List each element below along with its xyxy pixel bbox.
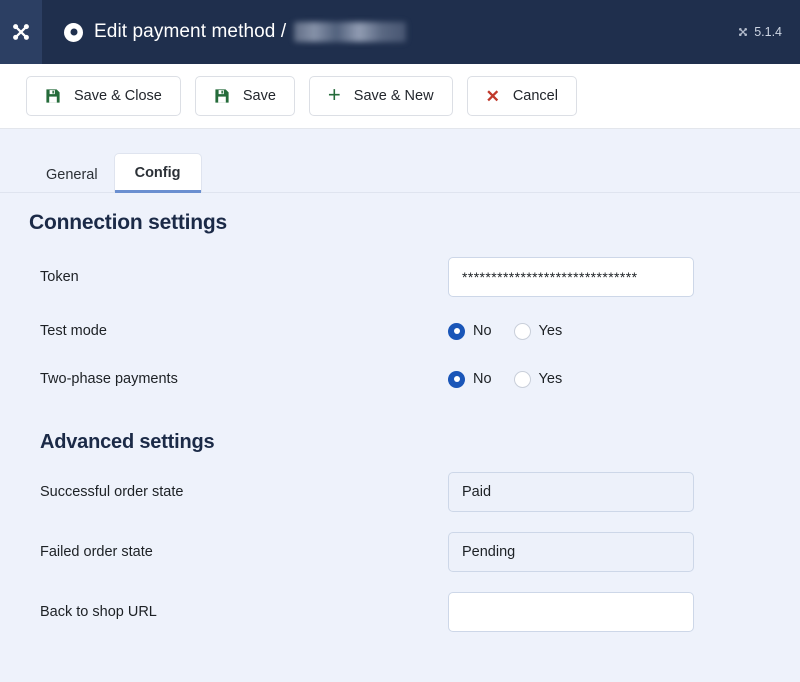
- cancel-label: Cancel: [512, 88, 558, 104]
- save-label: Save: [242, 88, 276, 104]
- field-row-token: Token: [0, 253, 800, 301]
- success-state-label: Successful order state: [40, 484, 184, 500]
- joomla-logo-icon: [9, 20, 33, 44]
- record-dot-icon: [64, 22, 83, 42]
- two-phase-label: Two-phase payments: [40, 371, 178, 387]
- two-phase-no-label: No: [473, 371, 492, 387]
- test-mode-label: Test mode: [40, 323, 107, 339]
- joomla-logo-button[interactable]: [0, 0, 42, 64]
- back-url-input[interactable]: [448, 592, 694, 632]
- save-and-close-label: Save & Close: [74, 88, 162, 104]
- test-mode-radio-group: No Yes: [448, 322, 800, 340]
- tab-config[interactable]: Config: [113, 152, 202, 193]
- page-title-text: Edit payment method /: [94, 21, 287, 42]
- two-phase-radio-group: No Yes: [448, 370, 800, 388]
- failed-state-select[interactable]: Pending: [448, 532, 694, 572]
- field-row-test-mode: Test mode No Yes: [0, 307, 800, 355]
- save-and-new-button[interactable]: + Save & New: [308, 76, 453, 116]
- test-mode-option-no[interactable]: No: [448, 322, 492, 340]
- version-number: 5.1.4: [754, 25, 782, 39]
- test-mode-yes-label: Yes: [538, 323, 563, 339]
- editor-toolbar: Save & Close Save + Save & New ✕ Cancel: [0, 64, 800, 129]
- field-row-failed-state: Failed order state Pending: [0, 528, 800, 576]
- save-and-new-label: Save & New: [353, 88, 434, 104]
- close-icon: ✕: [485, 86, 500, 106]
- token-label: Token: [40, 269, 79, 285]
- cancel-button[interactable]: ✕ Cancel: [466, 76, 577, 116]
- test-mode-option-yes[interactable]: Yes: [513, 322, 563, 340]
- app-header: Edit payment method / 5.1.4: [0, 0, 800, 64]
- tabs-container: General Config: [0, 129, 800, 193]
- radio-unselected-icon[interactable]: [513, 370, 531, 388]
- save-button[interactable]: Save: [194, 76, 295, 116]
- field-row-back-url: Back to shop URL: [0, 588, 800, 636]
- failed-state-value: Pending: [462, 544, 516, 560]
- tab-general-label: General: [46, 166, 98, 183]
- two-phase-yes-label: Yes: [538, 371, 563, 387]
- failed-state-label: Failed order state: [40, 544, 153, 560]
- two-phase-option-yes[interactable]: Yes: [513, 370, 563, 388]
- token-input[interactable]: [448, 257, 694, 297]
- config-form: Connection settings Token Test mode No Y…: [0, 211, 800, 636]
- back-url-label: Back to shop URL: [40, 604, 157, 620]
- page-title: Edit payment method /: [64, 21, 407, 43]
- radio-unselected-icon[interactable]: [513, 322, 531, 340]
- test-mode-no-label: No: [473, 323, 492, 339]
- save-and-close-button[interactable]: Save & Close: [26, 76, 181, 116]
- redacted-method-name: [294, 22, 407, 42]
- save-icon: [45, 88, 61, 104]
- success-state-select[interactable]: Paid: [448, 472, 694, 512]
- version-indicator: 5.1.4: [737, 25, 782, 39]
- field-row-success-state: Successful order state Paid: [0, 468, 800, 516]
- radio-selected-icon[interactable]: [448, 322, 465, 340]
- plus-icon: +: [327, 82, 341, 107]
- advanced-settings-heading: Advanced settings: [40, 431, 215, 453]
- save-icon: [214, 88, 230, 104]
- connection-settings-heading: Connection settings: [29, 211, 228, 234]
- joomla-mark-icon: [737, 26, 749, 38]
- tab-config-label: Config: [134, 164, 181, 181]
- tab-list: General Config: [0, 150, 800, 193]
- field-row-two-phase: Two-phase payments No Yes: [0, 355, 800, 403]
- success-state-value: Paid: [462, 484, 492, 500]
- two-phase-option-no[interactable]: No: [448, 370, 492, 388]
- tab-general[interactable]: General: [30, 157, 114, 194]
- radio-selected-icon[interactable]: [448, 370, 465, 388]
